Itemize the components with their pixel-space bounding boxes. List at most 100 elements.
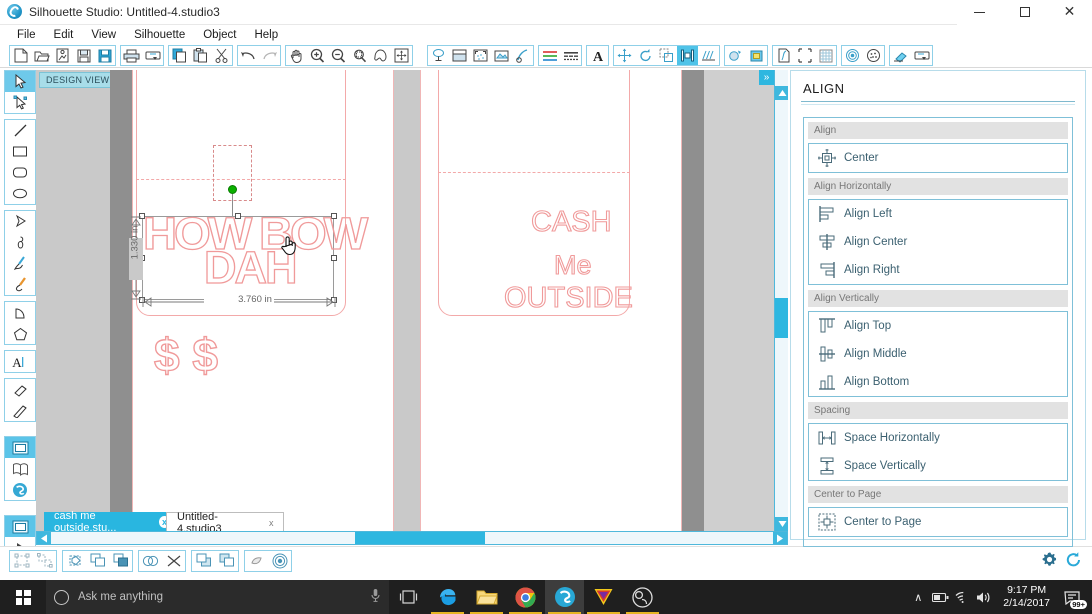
document-tab-untitled-4[interactable]: Untitled-4.studio3 x xyxy=(166,511,284,535)
registration-marks-icon[interactable] xyxy=(470,46,491,65)
open-document-icon[interactable] xyxy=(31,46,52,65)
make-compound-path-icon[interactable] xyxy=(63,551,86,571)
align-bottom-button[interactable]: Align Bottom xyxy=(809,368,1067,396)
battery-icon[interactable] xyxy=(929,580,951,614)
silhouette-studio-icon[interactable] xyxy=(545,580,584,614)
start-button[interactable] xyxy=(0,580,46,614)
fit-to-window-icon[interactable] xyxy=(391,46,412,65)
menu-view[interactable]: View xyxy=(82,27,125,43)
move-icon[interactable] xyxy=(614,46,635,65)
new-from-template-icon[interactable] xyxy=(52,46,73,65)
document-tab-close-icon[interactable]: x xyxy=(265,517,277,529)
save-to-library-icon[interactable] xyxy=(94,46,115,65)
scale-icon[interactable] xyxy=(656,46,677,65)
copy-icon[interactable] xyxy=(169,46,190,65)
design-view-tool[interactable] xyxy=(5,516,35,537)
menu-object[interactable]: Object xyxy=(194,27,245,43)
microphone-icon[interactable] xyxy=(370,588,381,606)
file-explorer-icon[interactable] xyxy=(467,580,506,614)
stipple-icon[interactable] xyxy=(863,46,884,65)
align-center-all-button[interactable]: Center xyxy=(809,144,1067,172)
align-right-button[interactable]: Align Right xyxy=(809,256,1067,284)
task-view-icon[interactable] xyxy=(389,580,428,614)
line-color-icon[interactable] xyxy=(539,46,560,65)
edge-browser-icon[interactable] xyxy=(428,580,467,614)
horizontal-scroll-thumb[interactable] xyxy=(355,532,485,544)
print-icon[interactable] xyxy=(121,46,142,65)
sync-refresh-icon[interactable] xyxy=(1065,551,1082,571)
chrome-browser-icon[interactable] xyxy=(506,580,545,614)
library-panel-tool[interactable] xyxy=(5,458,35,479)
menu-help[interactable]: Help xyxy=(245,27,287,43)
polygon-tool[interactable] xyxy=(5,211,35,232)
rotation-handle[interactable] xyxy=(228,185,237,194)
text-tool[interactable]: A xyxy=(5,351,35,372)
grid-icon[interactable] xyxy=(815,46,836,65)
offset-icon[interactable] xyxy=(746,46,767,65)
modify-icon[interactable] xyxy=(725,46,746,65)
rotate-icon[interactable] xyxy=(635,46,656,65)
new-document-icon[interactable] xyxy=(10,46,31,65)
menu-edit[interactable]: Edit xyxy=(45,27,83,43)
taskbar-clock[interactable]: 9:17 PM 2/14/2017 xyxy=(995,584,1058,610)
send-icon[interactable] xyxy=(911,46,932,65)
document-tab-cash-me-outside[interactable]: cash me outside.stu... x xyxy=(44,510,176,534)
bring-forward-icon[interactable] xyxy=(86,551,109,571)
rounded-rectangle-tool[interactable] xyxy=(5,162,35,183)
zoom-out-icon[interactable] xyxy=(328,46,349,65)
print-bleed-icon[interactable] xyxy=(491,46,512,65)
knife-tool[interactable] xyxy=(5,400,35,421)
design-dollar-signs[interactable]: $ $ xyxy=(153,328,218,382)
scroll-up-arrow[interactable] xyxy=(775,86,788,100)
edit-points-tool[interactable] xyxy=(5,92,35,113)
store-panel-tool[interactable] xyxy=(5,479,35,500)
select-arrow-tool[interactable] xyxy=(5,71,35,92)
scroll-left-arrow[interactable] xyxy=(37,532,51,544)
pan-hand-icon[interactable] xyxy=(286,46,307,65)
minimize-button[interactable] xyxy=(957,0,1002,25)
regular-polygon-tool[interactable] xyxy=(5,323,35,344)
align-left-button[interactable]: Align Left xyxy=(809,200,1067,228)
settings-gear-icon[interactable] xyxy=(1041,551,1058,571)
wifi-icon[interactable] xyxy=(951,580,973,614)
ellipse-tool[interactable] xyxy=(5,183,35,204)
bring-to-front-icon[interactable] xyxy=(192,551,215,571)
cutting-mat-icon[interactable] xyxy=(449,46,470,65)
weld-icon[interactable] xyxy=(139,551,162,571)
panel-collapse-button[interactable]: » xyxy=(759,70,774,85)
menu-file[interactable]: File xyxy=(8,27,45,43)
zoom-in-icon[interactable] xyxy=(307,46,328,65)
send-to-back-icon[interactable] xyxy=(215,551,238,571)
canvas-horizontal-scrollbar[interactable] xyxy=(36,531,788,545)
send-to-silhouette-icon[interactable] xyxy=(142,46,163,65)
paste-icon[interactable] xyxy=(190,46,211,65)
design-canvas[interactable]: DESIGN VIEW HOW BOW DAH 3.760 in 1.330 i… xyxy=(36,70,788,531)
vertical-scroll-thumb[interactable] xyxy=(775,298,788,338)
center-to-page-button[interactable]: Center to Page xyxy=(809,508,1067,536)
right-page-text-me[interactable]: Me xyxy=(553,249,592,281)
right-page-text-cash[interactable]: CASH xyxy=(530,205,612,239)
line-style-icon[interactable] xyxy=(560,46,581,65)
align-icon[interactable] xyxy=(677,46,698,65)
save-icon[interactable] xyxy=(73,46,94,65)
show-hidden-icons-chevron[interactable]: ∧ xyxy=(907,580,929,614)
fill-color-icon[interactable] xyxy=(245,551,268,571)
menu-silhouette[interactable]: Silhouette xyxy=(125,27,194,43)
page-setup-icon[interactable] xyxy=(794,46,815,65)
release-compound-icon[interactable] xyxy=(162,551,185,571)
rectangle-tool[interactable] xyxy=(5,141,35,162)
arc-tool[interactable] xyxy=(5,302,35,323)
right-page-text-outside[interactable]: OUTSIDE xyxy=(503,281,633,315)
fill-gradient-icon[interactable] xyxy=(268,551,291,571)
search-input[interactable]: Ask me anything xyxy=(46,580,389,614)
design-panel-tool[interactable] xyxy=(5,437,35,458)
undo-icon[interactable] xyxy=(238,46,259,65)
maximize-button[interactable] xyxy=(1002,0,1047,25)
curve-tool[interactable] xyxy=(5,232,35,253)
redo-icon[interactable] xyxy=(259,46,280,65)
notification-center-button[interactable]: 99+ xyxy=(1058,580,1088,614)
align-middle-button[interactable]: Align Middle xyxy=(809,340,1067,368)
smooth-freehand-tool[interactable] xyxy=(5,274,35,295)
replicate-icon[interactable] xyxy=(698,46,719,65)
line-tool[interactable] xyxy=(5,120,35,141)
